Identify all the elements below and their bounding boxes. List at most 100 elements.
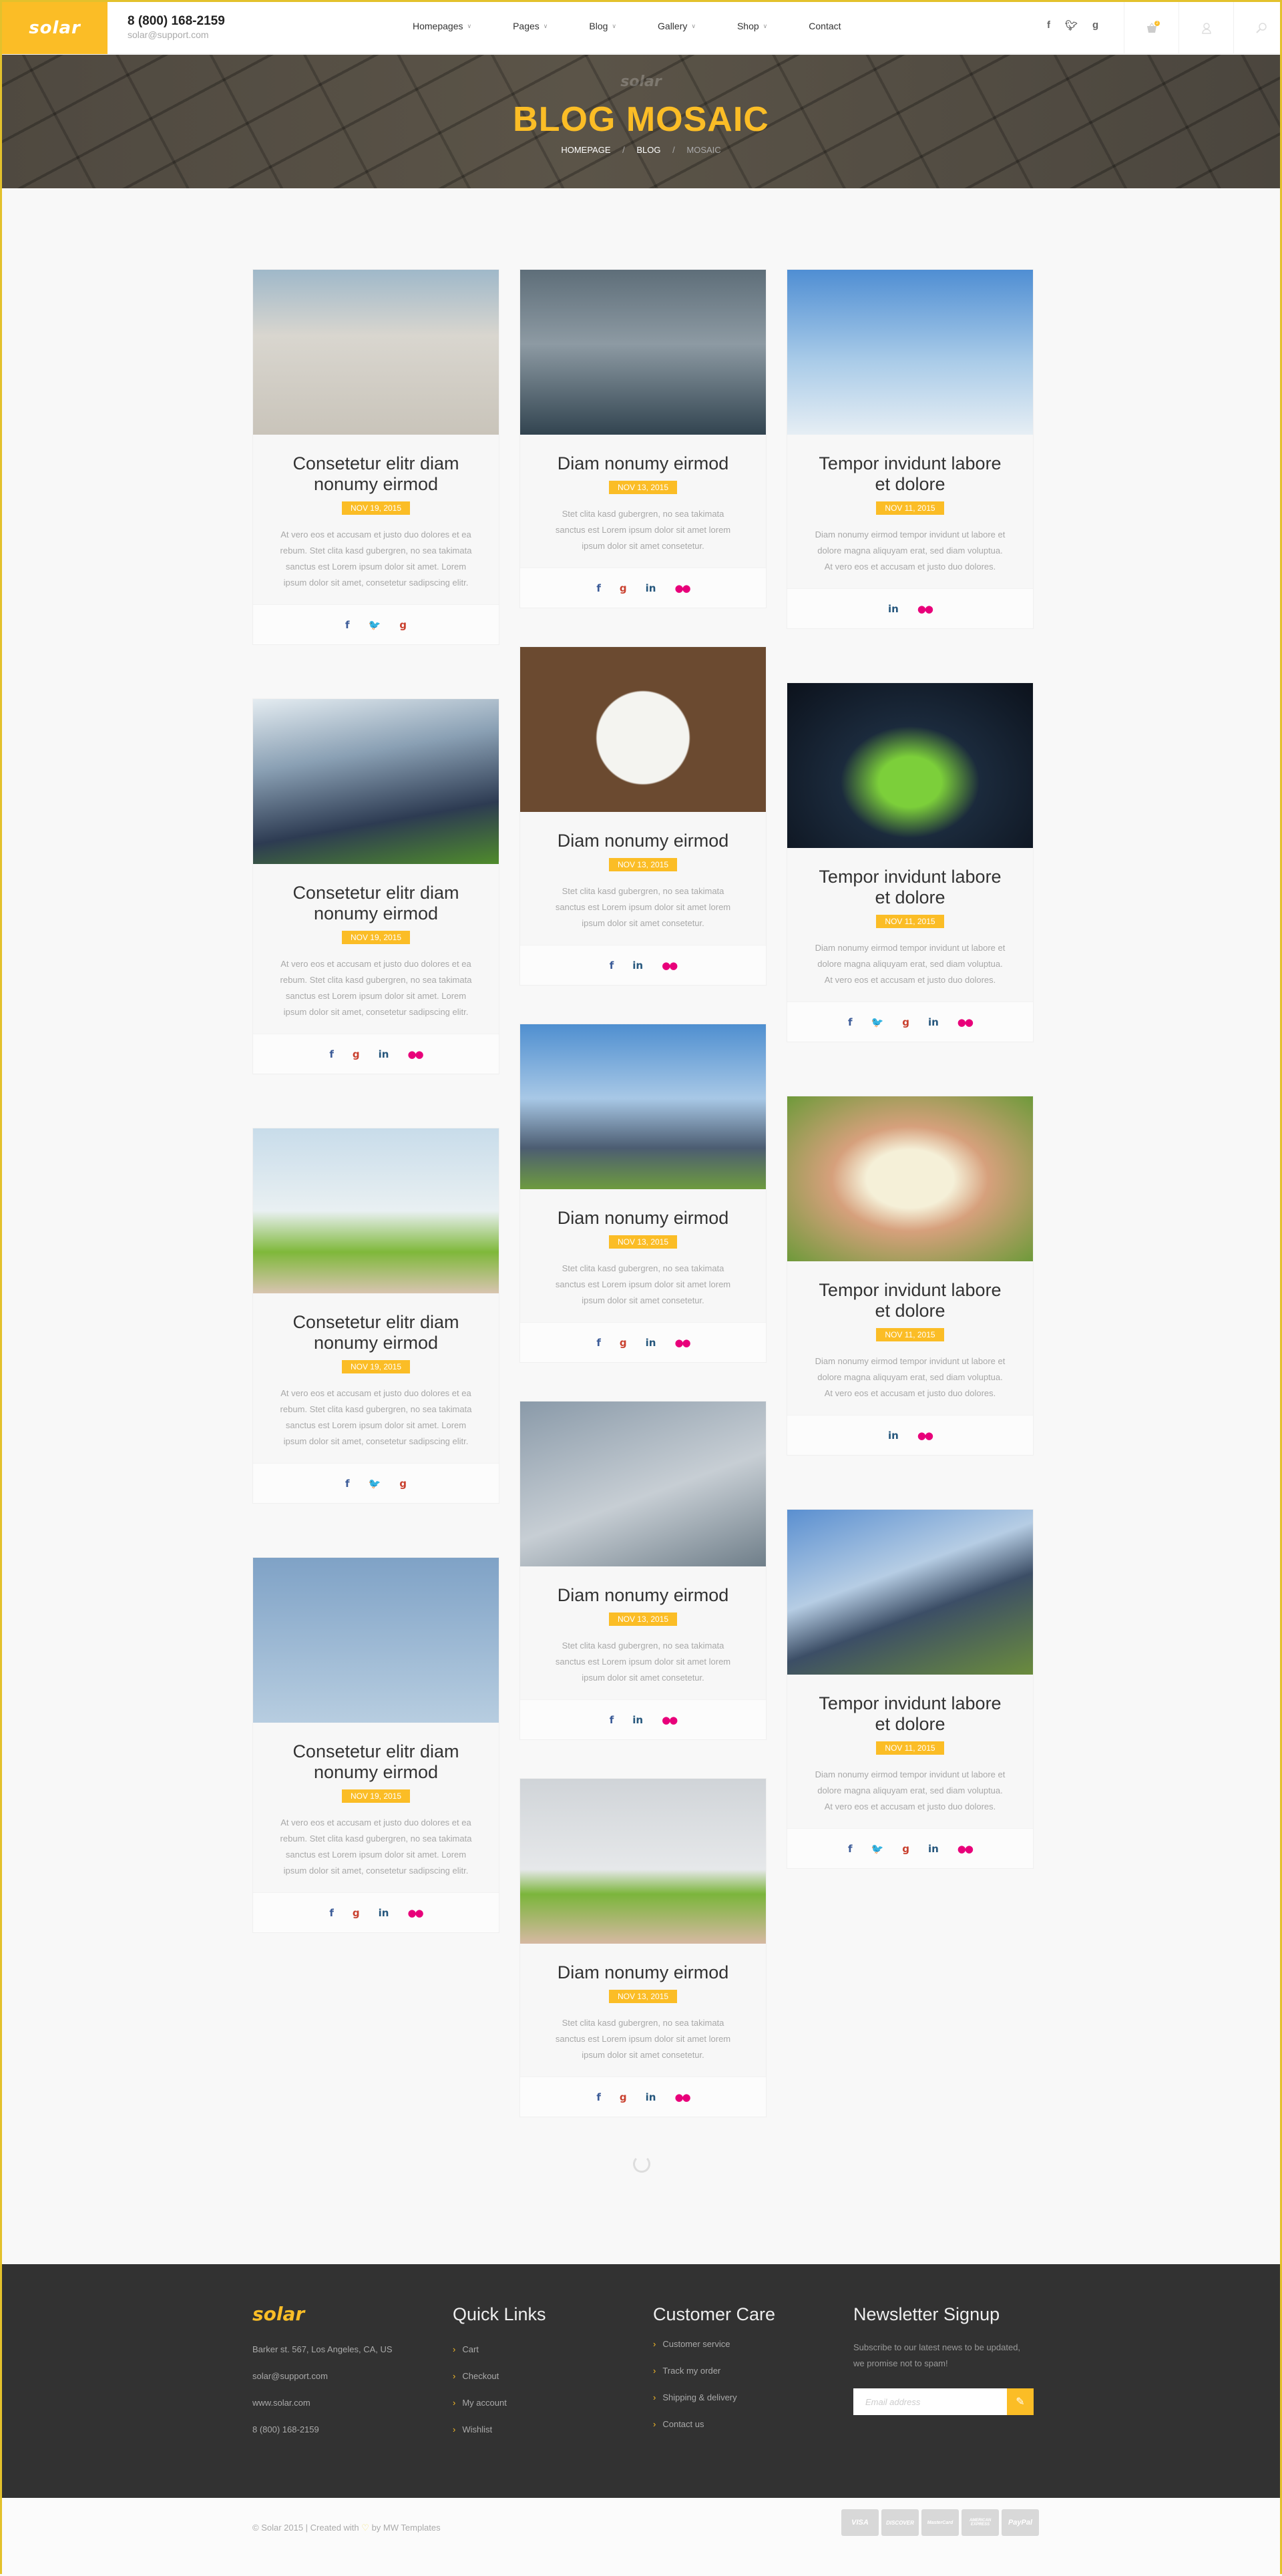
flickr-icon[interactable]: ●●: [674, 2091, 690, 2103]
post-title[interactable]: Diam nonumy eirmod: [547, 1585, 739, 1606]
google-icon[interactable]: g: [399, 619, 407, 631]
google-icon[interactable]: g: [1092, 19, 1098, 31]
twitter-icon[interactable]: 🐦︎: [1065, 19, 1078, 31]
google-icon[interactable]: g: [399, 1478, 407, 1490]
post-title[interactable]: Consetetur elitr diam nonumy eirmod: [280, 1312, 472, 1353]
google-icon[interactable]: g: [902, 1016, 909, 1028]
linkedin-icon[interactable]: in: [379, 1048, 389, 1060]
nav-item-gallery[interactable]: Gallery ∨: [658, 21, 696, 31]
nav-item-contact[interactable]: Contact: [809, 21, 841, 31]
post-title[interactable]: Consetetur elitr diam nonumy eirmod: [280, 453, 472, 495]
nav-item-homepages[interactable]: Homepages ∨: [413, 21, 471, 31]
post-title[interactable]: Consetetur elitr diam nonumy eirmod: [280, 883, 472, 924]
facebook-icon[interactable]: f: [848, 1843, 853, 1855]
post-title[interactable]: Tempor invidunt labore et dolore: [814, 453, 1006, 495]
nav-item-pages[interactable]: Pages ∨: [513, 21, 548, 31]
post-title[interactable]: Diam nonumy eirmod: [547, 453, 739, 474]
copyright-credit[interactable]: by MW Templates: [372, 2523, 441, 2533]
footer-link-customer-service[interactable]: › Customer service: [653, 2331, 775, 2358]
linkedin-icon[interactable]: in: [646, 2091, 656, 2103]
facebook-icon[interactable]: f: [610, 1714, 614, 1726]
post-image-cupped-hands-turbines[interactable]: [787, 1096, 1033, 1261]
facebook-icon[interactable]: f: [596, 1337, 601, 1349]
google-icon[interactable]: g: [353, 1907, 360, 1919]
footer-link-contact-us[interactable]: › Contact us: [653, 2411, 775, 2438]
post-title[interactable]: Tempor invidunt labore et dolore: [814, 867, 1006, 908]
footer-link-checkout[interactable]: › Checkout: [453, 2363, 546, 2390]
linkedin-icon[interactable]: in: [646, 1337, 656, 1349]
post-image-hands-green-island[interactable]: [787, 683, 1033, 848]
twitter-icon[interactable]: 🐦: [871, 1016, 884, 1028]
breadcrumb-blog[interactable]: BLOG: [636, 145, 660, 155]
post-image-turbine-farm-sky[interactable]: [787, 270, 1033, 435]
linkedin-icon[interactable]: in: [928, 1843, 939, 1855]
flickr-icon[interactable]: ●●: [407, 1907, 423, 1919]
flickr-icon[interactable]: ●●: [917, 1430, 933, 1442]
linkedin-icon[interactable]: in: [379, 1907, 389, 1919]
footer-logo[interactable]: solar: [252, 2304, 393, 2331]
newsletter-email-input[interactable]: [853, 2388, 1007, 2415]
flickr-icon[interactable]: ●●: [662, 1714, 678, 1726]
post-image-solar-panels-turbines[interactable]: [253, 699, 499, 864]
flickr-icon[interactable]: ●●: [407, 1048, 423, 1060]
post-title[interactable]: Diam nonumy eirmod: [547, 1208, 739, 1229]
linkedin-icon[interactable]: in: [888, 1430, 899, 1442]
facebook-icon[interactable]: f: [345, 619, 350, 631]
footer-link-wishlist[interactable]: › Wishlist: [453, 2416, 546, 2443]
post-image-union-jack-turbine[interactable]: [253, 1558, 499, 1723]
post-image-solar-panel-turbine[interactable]: [787, 1510, 1033, 1675]
post-image-offshore-turbines[interactable]: [520, 270, 766, 435]
google-icon[interactable]: g: [902, 1843, 909, 1855]
facebook-icon[interactable]: f: [596, 582, 601, 594]
facebook-icon[interactable]: f: [329, 1048, 334, 1060]
twitter-icon[interactable]: 🐦: [369, 1478, 381, 1490]
flickr-icon[interactable]: ●●: [957, 1016, 974, 1028]
facebook-icon[interactable]: f: [848, 1016, 853, 1028]
facebook-icon[interactable]: f: [596, 2091, 601, 2103]
flickr-icon[interactable]: ●●: [674, 582, 690, 594]
flickr-icon[interactable]: ●●: [917, 603, 933, 615]
google-icon[interactable]: g: [353, 1048, 360, 1060]
footer-website[interactable]: www.solar.com: [252, 2390, 393, 2416]
post-title[interactable]: Consetetur elitr diam nonumy eirmod: [280, 1741, 472, 1783]
linkedin-icon[interactable]: in: [632, 959, 643, 972]
footer-link-track-order[interactable]: › Track my order: [653, 2358, 775, 2384]
footer-link-my-account[interactable]: › My account: [453, 2390, 546, 2416]
post-title[interactable]: Tempor invidunt labore et dolore: [814, 1280, 1006, 1321]
facebook-icon[interactable]: f: [1047, 19, 1050, 31]
linkedin-icon[interactable]: in: [928, 1016, 939, 1028]
newsletter-submit-button[interactable]: ✎: [1007, 2388, 1034, 2415]
account-button[interactable]: [1179, 2, 1233, 54]
footer-link-shipping[interactable]: › Shipping & delivery: [653, 2384, 775, 2411]
post-title[interactable]: Diam nonumy eirmod: [547, 831, 739, 851]
post-title[interactable]: Diam nonumy eirmod: [547, 1962, 739, 1983]
post-image-hand-holding-house[interactable]: [253, 1128, 499, 1293]
google-icon[interactable]: g: [620, 2091, 627, 2103]
post-image-wind-turbine-clouds[interactable]: [253, 270, 499, 435]
facebook-icon[interactable]: f: [610, 959, 614, 972]
google-icon[interactable]: g: [620, 582, 627, 594]
linkedin-icon[interactable]: in: [646, 582, 656, 594]
breadcrumb-homepage[interactable]: HOMEPAGE: [561, 145, 610, 155]
twitter-icon[interactable]: 🐦: [871, 1843, 884, 1855]
nav-item-blog[interactable]: Blog ∨: [589, 21, 616, 31]
flickr-icon[interactable]: ●●: [662, 959, 678, 972]
linkedin-icon[interactable]: in: [632, 1714, 643, 1726]
flickr-icon[interactable]: ●●: [674, 1337, 690, 1349]
footer-email[interactable]: solar@support.com: [252, 2363, 393, 2390]
footer-link-cart[interactable]: › Cart: [453, 2336, 546, 2363]
post-image-recycle-blueprints[interactable]: [520, 647, 766, 812]
flickr-icon[interactable]: ●●: [957, 1843, 974, 1855]
logo[interactable]: solar: [2, 2, 108, 54]
linkedin-icon[interactable]: in: [888, 603, 899, 615]
search-button[interactable]: [1233, 2, 1282, 54]
post-image-hand-turbines-grass[interactable]: [520, 1779, 766, 1944]
facebook-icon[interactable]: f: [329, 1907, 334, 1919]
twitter-icon[interactable]: 🐦: [369, 619, 381, 631]
nav-item-shop[interactable]: Shop ∨: [737, 21, 767, 31]
facebook-icon[interactable]: f: [345, 1478, 350, 1490]
post-image-turbine-closeup[interactable]: [520, 1402, 766, 1566]
cart-button[interactable]: 2: [1124, 2, 1179, 54]
post-image-engineer-solar-field[interactable]: [520, 1024, 766, 1189]
google-icon[interactable]: g: [620, 1337, 627, 1349]
